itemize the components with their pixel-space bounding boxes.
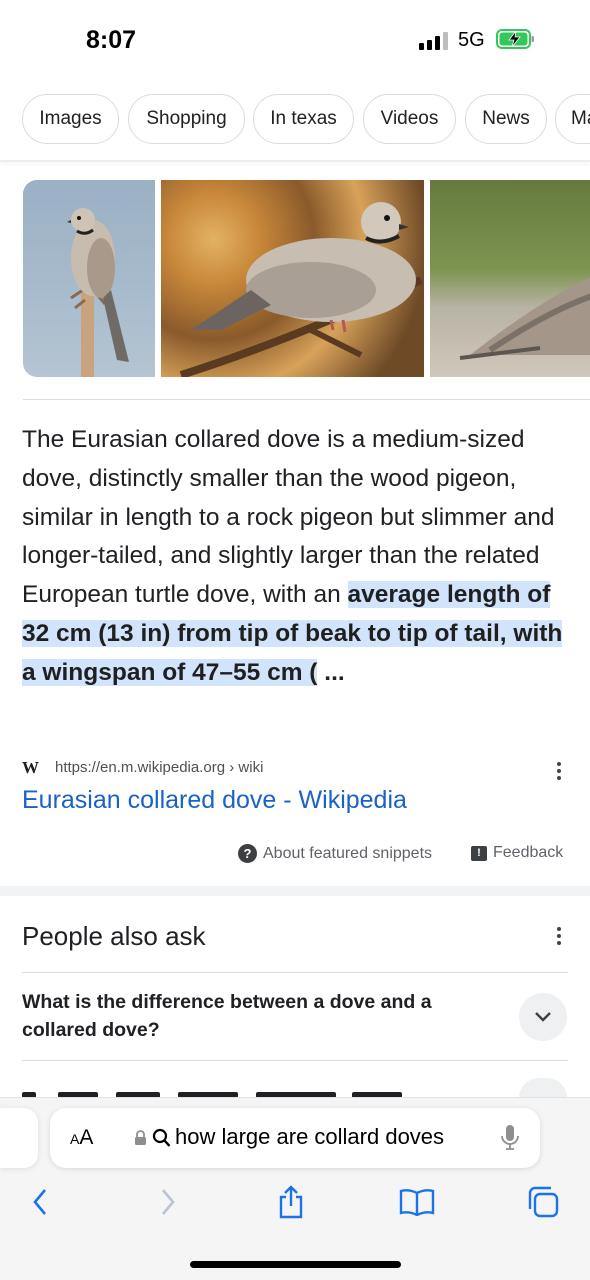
feedback-icon: ! <box>471 845 487 861</box>
snippet-ellipsis: ... <box>317 658 345 686</box>
dove-image-3[interactable] <box>430 180 590 377</box>
chip-news[interactable]: News <box>465 94 547 144</box>
section-divider <box>0 886 590 896</box>
result-url[interactable]: https://en.m.wikipedia.org › wiki <box>55 759 263 776</box>
paa-question-partial[interactable] <box>22 1080 568 1098</box>
search-icon <box>152 1128 171 1147</box>
chip-images[interactable]: Images <box>22 94 119 144</box>
chip-maps[interactable]: Ma <box>555 94 590 144</box>
battery-charging-icon <box>496 29 534 49</box>
expand-chevron-icon[interactable] <box>519 993 567 1041</box>
paa-question[interactable]: What is the difference between a dove an… <box>22 988 502 1044</box>
clock: 8:07 <box>86 26 137 54</box>
signal-strength-icon <box>419 32 449 50</box>
chip-videos[interactable]: Videos <box>363 94 456 144</box>
result-more-icon[interactable] <box>556 762 562 780</box>
dove-image-2[interactable] <box>161 180 424 377</box>
dove-image-1[interactable] <box>23 180 155 377</box>
wikipedia-logo-icon: W <box>22 758 39 777</box>
chip-in-texas[interactable]: In texas <box>253 94 354 144</box>
reader-settings-button[interactable]: AA <box>70 1126 93 1150</box>
network-type: 5G <box>458 29 485 51</box>
chip-shopping[interactable]: Shopping <box>128 94 245 144</box>
result-source: W https://en.m.wikipedia.org › wiki <box>22 758 572 780</box>
feedback-label: Feedback <box>493 844 564 861</box>
home-indicator <box>190 1261 401 1268</box>
people-also-ask-title: People also ask <box>22 921 206 951</box>
previous-tab[interactable] <box>0 1108 38 1168</box>
about-featured-snippets-label: About featured snippets <box>263 844 433 862</box>
address-bar-query[interactable]: how large are collard doves <box>175 1124 444 1150</box>
share-icon[interactable] <box>271 1182 311 1222</box>
microphone-icon[interactable] <box>500 1124 520 1152</box>
lock-icon <box>135 1130 146 1145</box>
tabs-icon[interactable] <box>523 1182 563 1222</box>
paa-divider <box>22 972 568 973</box>
feedback-link[interactable]: ! Feedback <box>471 844 563 862</box>
forward-button[interactable] <box>148 1182 188 1222</box>
back-button[interactable] <box>20 1182 60 1222</box>
paa-divider <box>22 1060 568 1061</box>
result-title-link[interactable]: Eurasian collared dove - Wikipedia <box>22 786 407 815</box>
paa-more-icon[interactable] <box>556 927 562 945</box>
status-bar: 8:07 5G <box>0 0 590 80</box>
divider <box>23 399 590 400</box>
bookmarks-icon[interactable] <box>397 1182 437 1222</box>
about-featured-snippets-link[interactable]: ? About featured snippets <box>238 844 432 863</box>
help-icon: ? <box>238 844 257 863</box>
featured-snippet-text: The Eurasian collared dove is a medium-s… <box>22 421 572 693</box>
filter-chips: Images Shopping In texas Videos News Ma <box>0 94 590 146</box>
chips-divider <box>0 160 590 162</box>
